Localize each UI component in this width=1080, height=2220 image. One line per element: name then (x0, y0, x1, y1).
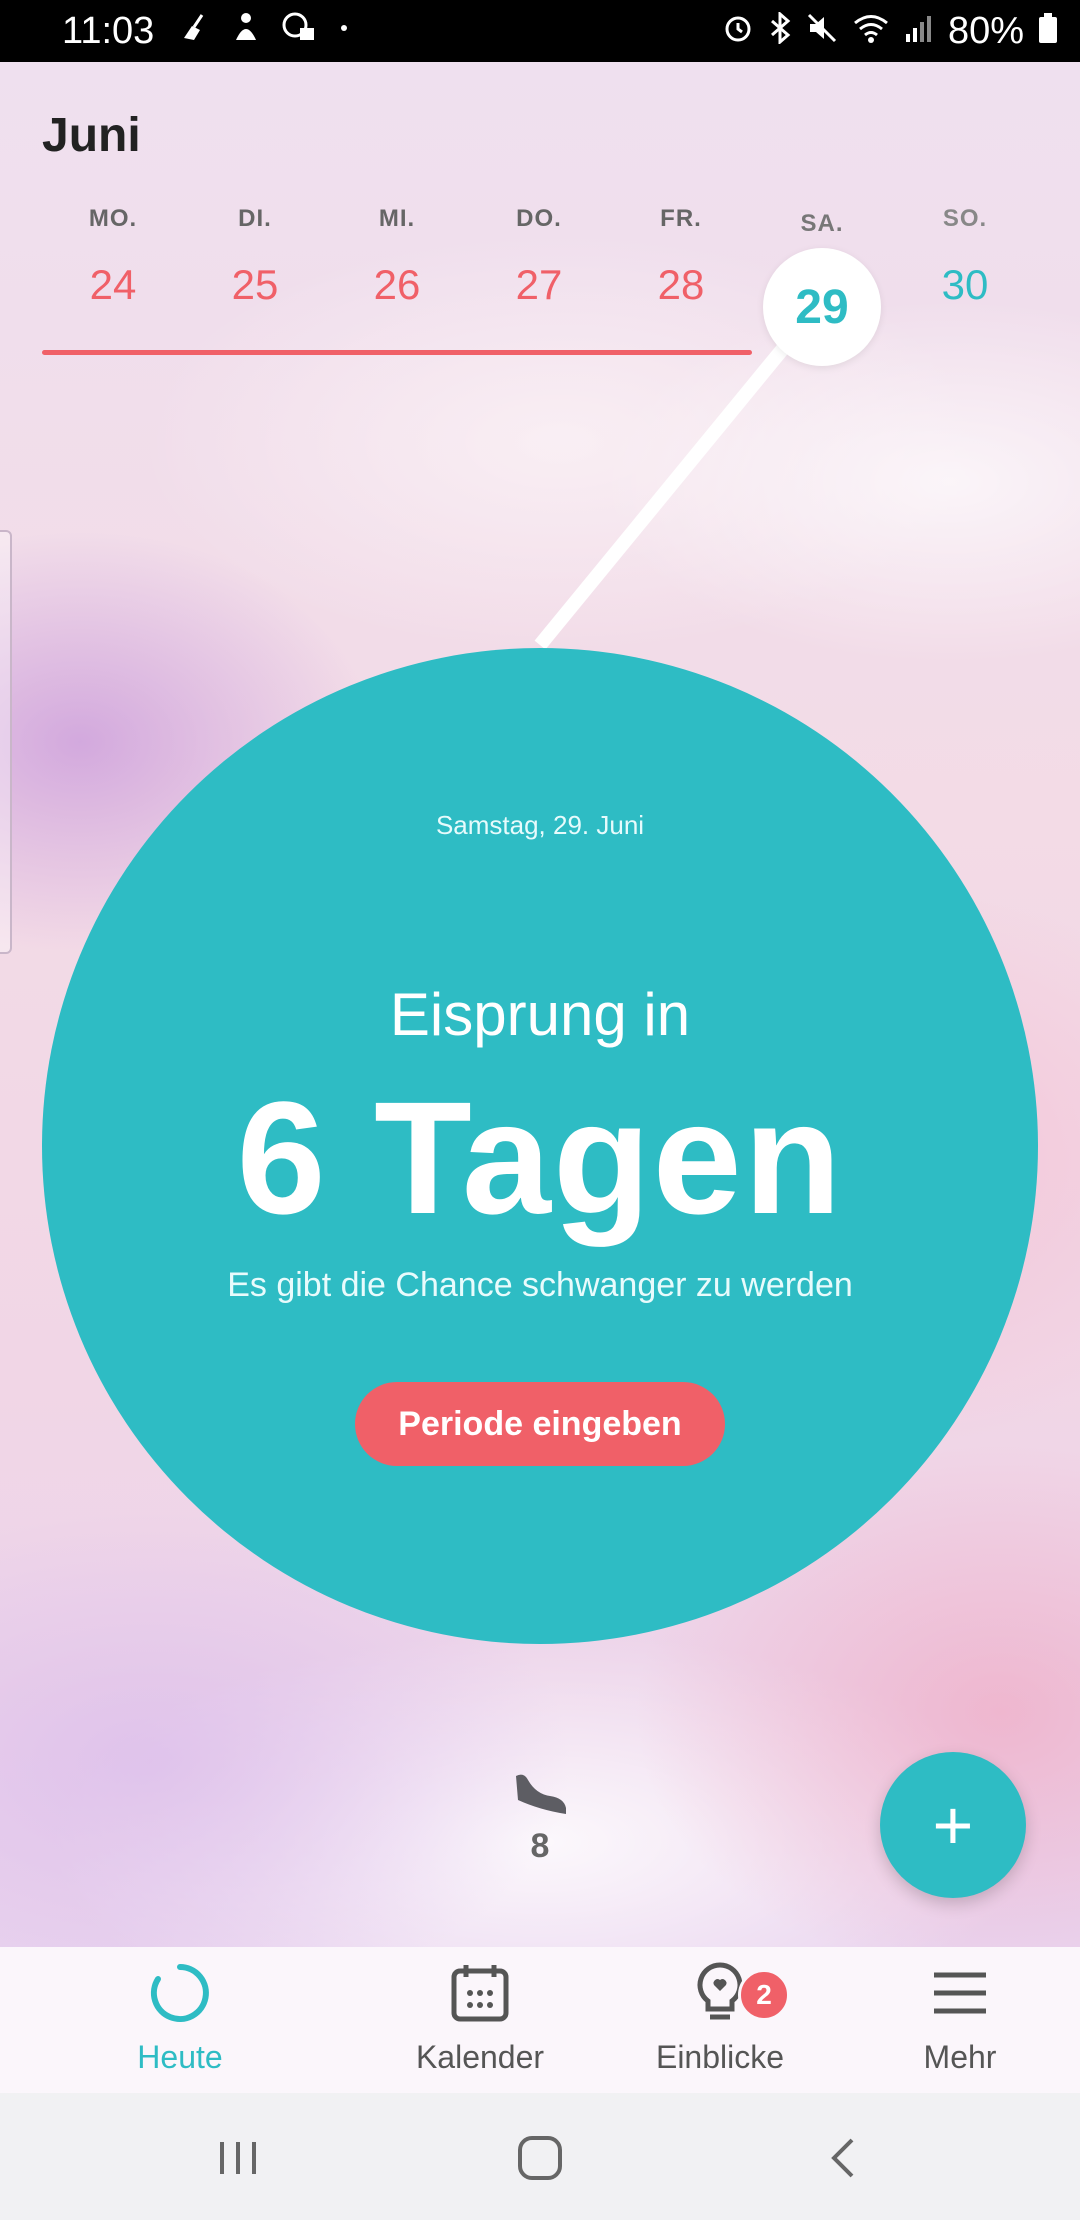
today-ring-icon (70, 1961, 290, 2025)
nav-insights[interactable]: 2 Einblicke (610, 1947, 830, 2093)
recent-apps-icon[interactable] (198, 2123, 278, 2193)
back-icon[interactable] (804, 2123, 884, 2193)
nav-label: Heute (137, 2039, 223, 2075)
insights-badge: 2 (738, 1969, 790, 2021)
app-screen: 11:03 80% Juni MO. 24 DI. 25 MI. 26 DO. … (0, 0, 1080, 2220)
bottom-navigation: Heute Kalender 2 Einblicke Mehr (0, 1947, 1080, 2093)
nav-label: Kalender (415, 2039, 545, 2075)
home-icon[interactable] (500, 2123, 580, 2193)
nav-label: Mehr (923, 2039, 997, 2075)
nav-calendar[interactable]: Kalender (370, 1947, 590, 2093)
nav-today[interactable]: Heute (70, 1947, 290, 2093)
insights-bulb-icon (610, 1961, 830, 2025)
system-navigation-bar (0, 2093, 1080, 2220)
menu-icon (850, 1961, 1070, 2025)
add-button[interactable]: + (880, 1752, 1026, 1898)
selection-connector (534, 335, 796, 650)
selected-day-number: 29 (795, 280, 849, 334)
circle-date: Samstag, 29. Juni (435, 810, 645, 840)
cycle-status-circle[interactable]: Samstag, 29. Juni Eisprung in 6 Tagen Es… (42, 648, 1038, 1644)
selected-day-bubble[interactable]: 29 (763, 248, 881, 366)
ovulation-countdown: 6 Tagen (236, 1068, 844, 1247)
fertility-hint: Es gibt die Chance schwanger zu werden (227, 1266, 853, 1304)
enter-period-button[interactable]: Periode eingeben (355, 1382, 725, 1466)
day-sa-name: SA. (800, 210, 844, 237)
ovulation-lead-text: Eisprung in (389, 981, 691, 1048)
shoe-icon (490, 1770, 590, 1825)
steps-count: 8 (530, 1827, 550, 1865)
plus-icon: + (932, 1786, 974, 1864)
steps-counter[interactable]: 8 (490, 1770, 590, 1866)
nav-label: Einblicke (655, 2039, 785, 2075)
calendar-icon (370, 1961, 590, 2025)
nav-more[interactable]: Mehr (850, 1947, 1070, 2093)
